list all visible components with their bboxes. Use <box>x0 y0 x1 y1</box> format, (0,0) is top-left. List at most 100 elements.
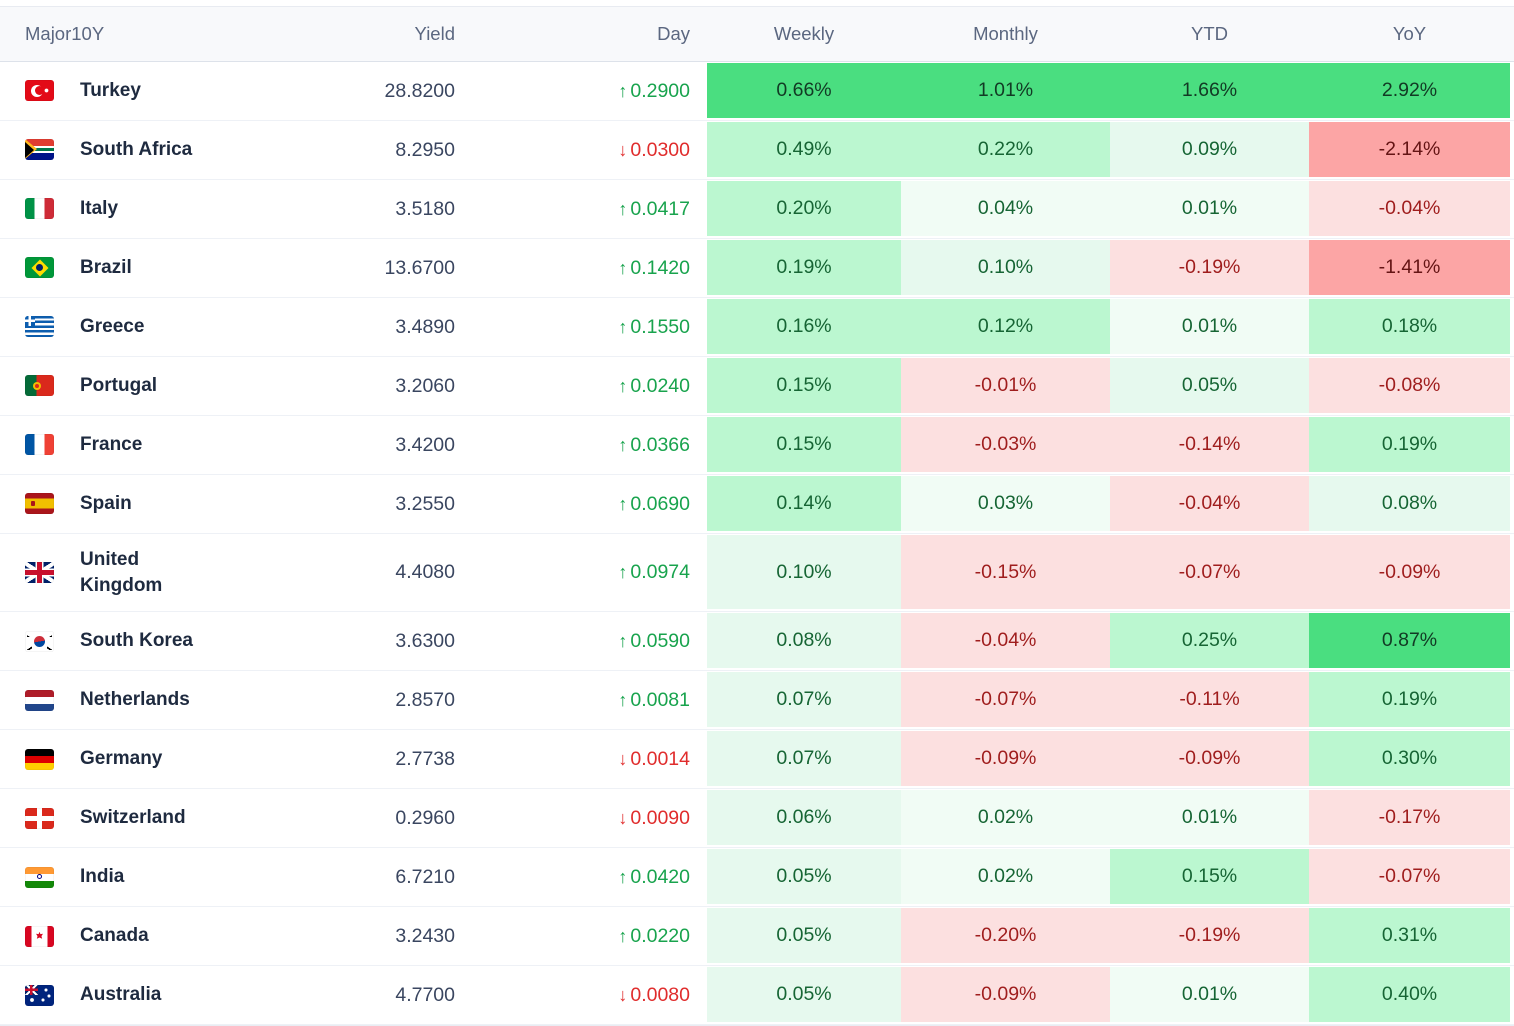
column-header-yield[interactable]: Yield <box>310 23 455 45</box>
yoy-change-value: 0.19% <box>1309 417 1510 472</box>
up-arrow-icon: ↑ <box>618 630 628 651</box>
ytd-heat-cell: 0.01% <box>1110 789 1309 847</box>
country-name: Greece <box>80 316 145 338</box>
yield-value: 3.4200 <box>395 433 455 456</box>
flag-uk-icon <box>25 562 54 584</box>
ytd-change-value: 0.01% <box>1110 790 1309 846</box>
table-row[interactable]: Switzerland 0.2960 ↓ 0.0090 0.06% 0.02% 0.0… <box>0 789 1514 849</box>
table-row[interactable]: Canada 3.2430 ↑ 0.0220 0.05% -0.20% -0.19% 0… <box>0 907 1514 967</box>
yoy-change-value: -0.08% <box>1309 358 1510 413</box>
ytd-change-value: 0.01% <box>1110 181 1309 236</box>
yoy-heat-cell: -0.07% <box>1309 848 1510 906</box>
weekly-change-value: 0.15% <box>707 358 901 413</box>
table-row[interactable]: South Korea 3.6300 ↑ 0.0590 0.08% -0.04% 0.… <box>0 612 1514 672</box>
bond-yields-table: Major10Y Yield Day Weekly Monthly YTD Yo… <box>0 6 1514 1026</box>
flag-spain-icon <box>25 493 54 515</box>
monthly-change-value: 0.02% <box>901 790 1110 846</box>
yield-value: 3.4890 <box>395 315 455 338</box>
table-row[interactable]: Italy 3.5180 ↑ 0.0417 0.20% 0.04% 0.01% -0.0… <box>0 180 1514 239</box>
column-header-major10y[interactable]: Major10Y <box>0 23 310 45</box>
monthly-heat-cell: 1.01% <box>901 62 1110 120</box>
yoy-change-value: -0.17% <box>1309 790 1510 846</box>
yield-value: 8.2950 <box>395 138 455 161</box>
yoy-change-value: 0.31% <box>1309 908 1510 964</box>
column-header-day[interactable]: Day <box>455 23 690 45</box>
table-row[interactable]: France 3.4200 ↑ 0.0366 0.15% -0.03% -0.14% 0… <box>0 416 1514 475</box>
yoy-heat-cell: -2.14% <box>1309 121 1510 179</box>
yield-value: 0.2960 <box>395 806 455 829</box>
weekly-heat-cell: 0.49% <box>707 121 901 179</box>
ytd-change-value: 0.25% <box>1110 613 1309 669</box>
flag-germany-icon <box>25 748 54 770</box>
yoy-heat-cell: 2.92% <box>1309 62 1510 120</box>
ytd-change-value: -0.07% <box>1110 535 1309 610</box>
monthly-change-value: -0.15% <box>901 535 1110 610</box>
table-row[interactable]: Greece 3.4890 ↑ 0.1550 0.16% 0.12% 0.01% 0.1… <box>0 298 1514 357</box>
table-body: Turkey 28.8200 ↑ 0.2900 0.66% 1.01% 1.66% 2.… <box>0 62 1514 1026</box>
country-cell: India <box>0 851 310 903</box>
country-name: Germany <box>80 748 163 770</box>
ytd-heat-cell: 0.15% <box>1110 848 1309 906</box>
ytd-heat-cell: -0.19% <box>1110 907 1309 965</box>
day-change: ↓ 0.0014 <box>618 747 690 770</box>
column-header-ytd[interactable]: YTD <box>1110 23 1309 45</box>
table-row[interactable]: Spain 3.2550 ↑ 0.0690 0.14% 0.03% -0.04% 0.0… <box>0 475 1514 534</box>
yoy-heat-cell: 0.08% <box>1309 475 1510 533</box>
day-change: ↑ 0.0240 <box>618 374 690 397</box>
weekly-change-value: 0.19% <box>707 240 901 295</box>
country-cell: Portugal <box>0 360 310 412</box>
table-row[interactable]: South Africa 8.2950 ↓ 0.0300 0.49% 0.22% 0.… <box>0 121 1514 180</box>
yoy-heat-cell: -0.08% <box>1309 357 1510 415</box>
table-header-row: Major10Y Yield Day Weekly Monthly YTD Yo… <box>0 6 1514 62</box>
column-header-monthly[interactable]: Monthly <box>901 23 1110 45</box>
ytd-change-value: 0.05% <box>1110 358 1309 413</box>
day-change: ↑ 0.0420 <box>618 865 690 888</box>
country-cell: Canada <box>0 910 310 962</box>
column-header-weekly[interactable]: Weekly <box>707 23 901 45</box>
weekly-heat-cell: 0.20% <box>707 180 901 238</box>
table-row[interactable]: India 6.7210 ↑ 0.0420 0.05% 0.02% 0.15% -0.0… <box>0 848 1514 908</box>
day-change: ↓ 0.0080 <box>618 983 690 1006</box>
table-row[interactable]: Australia 4.7700 ↓ 0.0080 0.05% -0.09% 0.01… <box>0 966 1514 1026</box>
yield-value: 3.2550 <box>395 492 455 515</box>
day-change: ↓ 0.0090 <box>618 806 690 829</box>
flag-brazil-icon <box>25 257 54 279</box>
monthly-heat-cell: 0.03% <box>901 475 1110 533</box>
country-name: Netherlands <box>80 689 190 711</box>
yoy-change-value: 2.92% <box>1309 63 1510 118</box>
day-change: ↑ 0.2900 <box>618 79 690 102</box>
table-row[interactable]: Netherlands 2.8570 ↑ 0.0081 0.07% -0.07% -0… <box>0 671 1514 731</box>
yoy-heat-cell: 0.87% <box>1309 612 1510 670</box>
weekly-heat-cell: 0.07% <box>707 671 901 729</box>
yoy-change-value: 0.08% <box>1309 476 1510 531</box>
flag-canada-icon <box>25 925 54 947</box>
up-arrow-icon: ↑ <box>618 562 628 583</box>
weekly-heat-cell: 0.07% <box>707 730 901 788</box>
monthly-change-value: 0.04% <box>901 181 1110 236</box>
yoy-change-value: 0.18% <box>1309 299 1510 354</box>
country-cell: Brazil <box>0 242 310 294</box>
monthly-heat-cell: 0.02% <box>901 848 1110 906</box>
table-row[interactable]: Turkey 28.8200 ↑ 0.2900 0.66% 1.01% 1.66% 2.… <box>0 62 1514 121</box>
table-row[interactable]: Portugal 3.2060 ↑ 0.0240 0.15% -0.01% 0.05%… <box>0 357 1514 416</box>
table-row[interactable]: United Kingdom 4.4080 ↑ 0.0974 0.10% -0.15… <box>0 534 1514 613</box>
weekly-change-value: 0.06% <box>707 790 901 846</box>
yield-value: 3.2430 <box>395 924 455 947</box>
country-name: Switzerland <box>80 807 186 829</box>
ytd-heat-cell: -0.09% <box>1110 730 1309 788</box>
table-row[interactable]: Brazil 13.6700 ↑ 0.1420 0.19% 0.10% -0.19% -… <box>0 239 1514 298</box>
weekly-change-value: 0.07% <box>707 731 901 787</box>
yoy-heat-cell: -0.09% <box>1309 534 1510 611</box>
table-row[interactable]: Germany 2.7738 ↓ 0.0014 0.07% -0.09% -0.09%… <box>0 730 1514 790</box>
yoy-heat-cell: 0.19% <box>1309 416 1510 474</box>
yoy-heat-cell: 0.18% <box>1309 298 1510 356</box>
weekly-change-value: 0.49% <box>707 122 901 177</box>
ytd-heat-cell: 0.09% <box>1110 121 1309 179</box>
ytd-change-value: -0.04% <box>1110 476 1309 531</box>
monthly-heat-cell: -0.09% <box>901 966 1110 1024</box>
country-cell: South Korea <box>0 615 310 667</box>
yield-value: 2.7738 <box>395 747 455 770</box>
column-header-yoy[interactable]: YoY <box>1309 23 1510 45</box>
weekly-heat-cell: 0.19% <box>707 239 901 297</box>
ytd-change-value: -0.14% <box>1110 417 1309 472</box>
